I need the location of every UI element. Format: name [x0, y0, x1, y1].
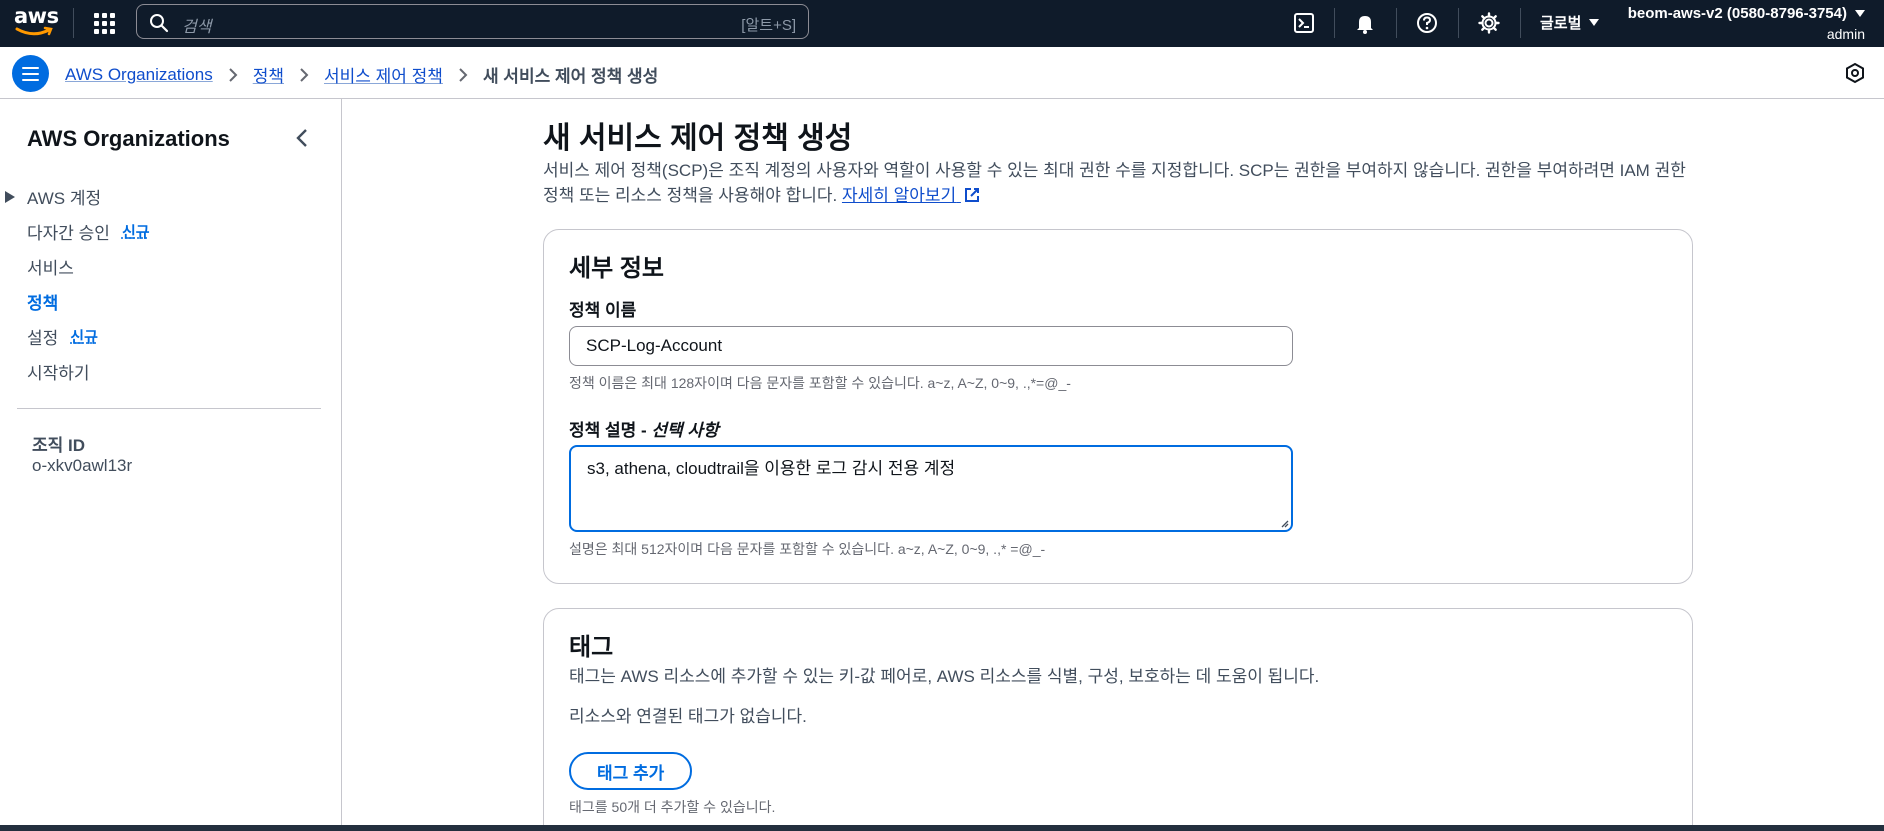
details-container: 세부 정보 정책 이름 SCP-Log-Account 정책 이름은 최대 12… — [543, 229, 1693, 584]
resize-handle-icon[interactable] — [1279, 518, 1289, 528]
optional-label: 선택 사항 — [651, 421, 719, 440]
menu-icon[interactable] — [12, 55, 49, 92]
tags-container: 태그 태그는 AWS 리소스에 추가할 수 있는 키-값 페어로, AWS 리소… — [543, 608, 1693, 831]
sidenav-list: AWS 계정 다자간 승인 신규 서비스 정책 설정 신규 시작하기 — [5, 179, 150, 389]
services-grid-icon[interactable] — [92, 11, 116, 35]
search-input[interactable]: 검색 [알트+S] — [136, 4, 809, 39]
settings-icon[interactable] — [1476, 10, 1502, 36]
nav-divider — [1520, 8, 1521, 38]
cloudshell-icon[interactable] — [1291, 10, 1317, 36]
notifications-icon[interactable] — [1352, 10, 1378, 36]
nav-divider — [73, 8, 74, 38]
org-id-value: o-xkv0awl13r — [32, 456, 133, 475]
sidenav-divider — [17, 408, 321, 409]
policy-name-label: 정책 이름 — [569, 301, 637, 320]
tags-limit-hint: 태그를 50개 더 추가할 수 있습니다. — [569, 799, 776, 815]
policy-description-label: 정책 설명 - 선택 사항 — [569, 416, 719, 441]
caret-down-icon — [1855, 9, 1865, 17]
caret-right-icon[interactable] — [5, 191, 15, 203]
details-header: 세부 정보 — [569, 255, 664, 282]
region-label: 글로벌 — [1540, 15, 1582, 32]
caret-down-icon — [1589, 18, 1600, 26]
page-description-text: 서비스 제어 정책(SCP)은 조직 계정의 사용자와 역할이 사용할 수 있는… — [543, 161, 1686, 205]
sidebar-item-policies[interactable]: 정책 — [27, 284, 150, 319]
breadcrumb: AWS Organizations 정책 서비스 제어 정책 새 서비스 제어 … — [65, 62, 658, 87]
sidebar-item-services[interactable]: 서비스 — [27, 249, 150, 284]
aws-logo[interactable]: aws — [14, 4, 59, 40]
nav-divider — [1396, 8, 1397, 38]
policy-description-value: s3, athena, cloudtrail을 이용한 로그 감시 전용 계정 — [587, 459, 956, 478]
sidebar-item-label: 정책 — [27, 294, 59, 313]
org-id-label: 조직 ID — [32, 436, 86, 455]
nav-divider — [1458, 8, 1459, 38]
sidebar-item-label: 시작하기 — [27, 364, 90, 383]
breadcrumb-organizations[interactable]: AWS Organizations — [65, 65, 213, 85]
sidebar-item-label: 설정 — [27, 329, 59, 348]
bottom-bar — [0, 825, 1884, 831]
region-selector[interactable]: 글로벌 — [1540, 12, 1600, 33]
policy-name-hint: 정책 이름은 최대 128자이며 다음 문자를 포함할 수 있습니다. a~z,… — [569, 375, 1071, 391]
account-user: admin — [1826, 26, 1865, 42]
policy-description-hint: 설명은 최대 512자이며 다음 문자를 포함할 수 있습니다. a~z, A~… — [569, 541, 1046, 557]
sidebar-item-settings[interactable]: 설정 신규 — [27, 319, 150, 354]
breadcrumb-policies[interactable]: 정책 — [253, 62, 284, 87]
sidebar-item-label: 서비스 — [27, 259, 74, 278]
breadcrumb-bar: AWS Organizations 정책 서비스 제어 정책 새 서비스 제어 … — [0, 47, 1884, 99]
account-name: beom-aws-v2 (0580-8796-3754) — [1627, 5, 1847, 22]
search-shortcut: [알트+S] — [741, 17, 796, 34]
help-icon[interactable] — [1414, 10, 1440, 36]
search-icon — [150, 14, 169, 33]
learn-more-label: 자세히 알아보기 — [841, 186, 957, 205]
sidebar-item-label: AWS 계정 — [27, 189, 102, 208]
tags-empty-text: 리소스와 연결된 태그가 없습니다. — [569, 707, 807, 726]
learn-more-link[interactable]: 자세히 알아보기 — [842, 186, 980, 205]
search-placeholder: 검색 — [182, 19, 212, 36]
page-description: 서비스 제어 정책(SCP)은 조직 계정의 사용자와 역할이 사용할 수 있는… — [543, 158, 1693, 208]
sidebar-item-multiparty-approval[interactable]: 다자간 승인 신규 — [27, 214, 150, 249]
policy-description-label-text: 정책 설명 - — [569, 421, 652, 440]
tags-description: 태그는 AWS 리소스에 추가할 수 있는 키-값 페어로, AWS 리소스를 … — [569, 667, 1320, 686]
external-link-icon — [964, 188, 979, 202]
sidebar-item-get-started[interactable]: 시작하기 — [27, 354, 150, 389]
page-settings-icon[interactable] — [1844, 62, 1866, 89]
breadcrumb-current: 새 서비스 제어 정책 생성 — [482, 67, 659, 86]
policy-description-textarea[interactable]: s3, athena, cloudtrail을 이용한 로그 감시 전용 계정 — [569, 445, 1293, 532]
aws-logo-text: aws — [14, 4, 59, 28]
chevron-right-icon — [228, 67, 238, 82]
sidebar-item-label: 다자간 승인 — [27, 224, 110, 243]
collapse-icon[interactable] — [295, 128, 309, 153]
sidenav-title[interactable]: AWS Organizations — [27, 126, 230, 152]
breadcrumb-scp[interactable]: 서비스 제어 정책 — [324, 62, 443, 87]
new-badge: 신규 — [70, 329, 98, 346]
nav-divider — [1334, 8, 1335, 38]
policy-name-input[interactable]: SCP-Log-Account — [569, 326, 1293, 366]
side-navigation: AWS Organizations AWS 계정 다자간 승인 신규 서비스 정… — [0, 99, 342, 831]
page-title: 새 서비스 제어 정책 생성 — [543, 122, 853, 155]
new-badge: 신규 — [121, 224, 150, 241]
account-menu[interactable]: beom-aws-v2 (0580-8796-3754) admin — [1628, 4, 1865, 44]
chevron-right-icon — [458, 67, 468, 82]
tags-header: 태그 — [569, 634, 614, 661]
chevron-right-icon — [299, 67, 309, 82]
aws-smile-icon — [15, 26, 53, 36]
sidebar-item-accounts[interactable]: AWS 계정 — [5, 179, 150, 214]
add-tag-button[interactable]: 태그 추가 — [569, 752, 693, 790]
top-navigation: aws 검색 [알트+S] 글로벌 beom-aws-v2 (0580-8796… — [0, 0, 1884, 47]
